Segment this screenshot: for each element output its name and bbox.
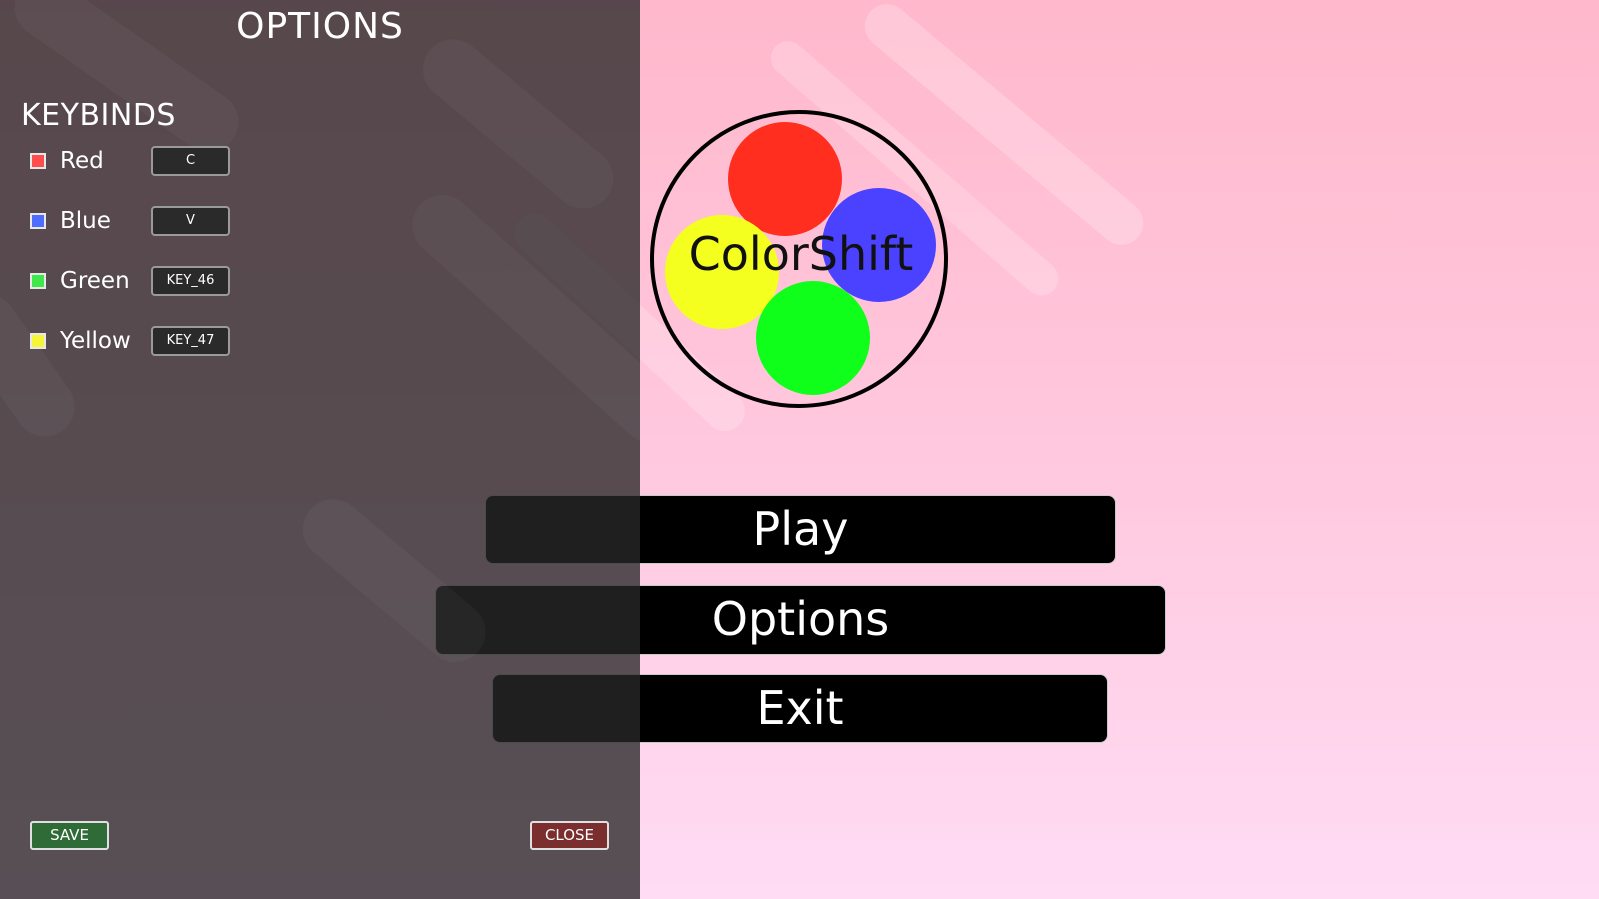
logo-red-circle [728, 122, 842, 236]
panel-background-stripe [400, 183, 640, 455]
keybind-key-button[interactable]: C [151, 146, 230, 176]
keybind-label: Blue [60, 208, 111, 234]
keybind-key-button[interactable]: KEY_47 [151, 326, 230, 356]
panel-background-stripe [0, 283, 86, 448]
close-button[interactable]: CLOSE [530, 821, 609, 850]
panel-background-stripe [411, 27, 626, 221]
keybind-label: Green [60, 268, 130, 294]
keybind-row-green: Green KEY_46 [30, 266, 250, 300]
keybind-row-blue: Blue V [30, 206, 250, 240]
blue-swatch [30, 213, 46, 229]
logo-green-circle [756, 281, 870, 395]
panel-background-stripe [291, 487, 498, 674]
keybind-key-button[interactable]: KEY_46 [151, 266, 230, 296]
logo-graphic: ColorShift [650, 110, 948, 408]
keybinds-heading: KEYBINDS [21, 98, 176, 133]
yellow-swatch [30, 333, 46, 349]
colorshift-logo: ColorShift [648, 108, 950, 410]
options-panel: OPTIONS KEYBINDS Red C Blue V Green KEY_… [0, 0, 640, 899]
keybind-row-yellow: Yellow KEY_47 [30, 326, 250, 360]
red-swatch [30, 153, 46, 169]
game-screen: ColorShift Play Options Exit OPTIONS KEY… [0, 0, 1599, 899]
logo-title: ColorShift [689, 227, 914, 281]
keybind-label: Red [60, 148, 104, 174]
keybind-row-red: Red C [30, 146, 250, 180]
save-button[interactable]: SAVE [30, 821, 109, 850]
keybind-label: Yellow [60, 328, 131, 354]
keybind-key-button[interactable]: V [151, 206, 230, 236]
options-title: OPTIONS [236, 6, 404, 47]
green-swatch [30, 273, 46, 289]
